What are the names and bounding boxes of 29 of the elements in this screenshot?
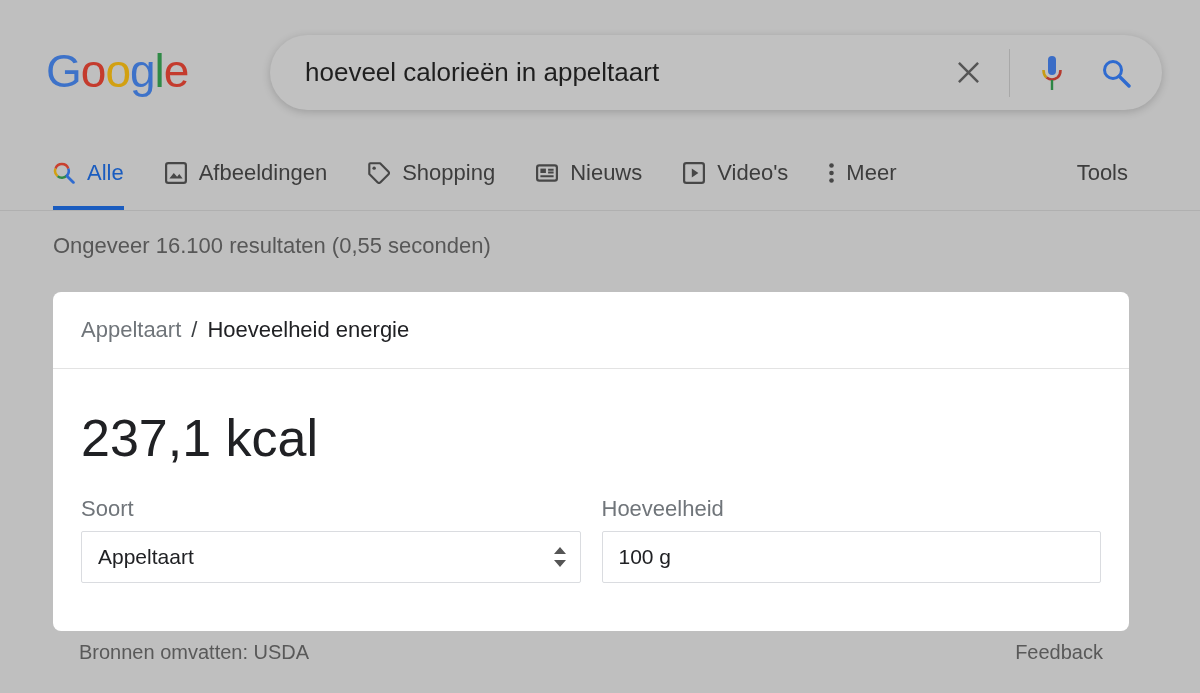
tools-tab[interactable]: Tools	[1076, 140, 1128, 210]
result-stats: Ongeveer 16.100 resultaten (0,55 seconden)	[53, 232, 491, 260]
search-icon[interactable]	[1101, 57, 1131, 88]
play-icon	[683, 162, 706, 184]
close-icon[interactable]	[957, 61, 980, 84]
tag-icon	[368, 162, 391, 184]
nav-tab[interactable]: Shopping	[368, 140, 496, 210]
nav-tab[interactable]: Video's	[683, 140, 789, 210]
source-note: Bronnen omvatten: USDA	[79, 640, 310, 664]
nav-tab[interactable]: Alle	[53, 140, 124, 210]
newspaper-icon	[536, 164, 559, 182]
nav-tab[interactable]: Afbeeldingen	[164, 140, 328, 210]
breadcrumb-link[interactable]: Appeltaart	[81, 317, 182, 343]
energy-value: 237,1 kcal	[81, 408, 319, 468]
breadcrumb-separator: /	[191, 317, 198, 343]
field-label: Soort	[81, 496, 134, 522]
image-icon	[164, 162, 187, 184]
nav-tab[interactable]: Nieuws	[536, 140, 643, 210]
amount-input[interactable]: 100 g	[601, 531, 1101, 583]
microphone-icon[interactable]	[1040, 55, 1064, 90]
search-icon	[53, 162, 75, 184]
feedback-link[interactable]: Feedback	[1015, 640, 1103, 664]
type-select[interactable]: Appeltaart	[81, 531, 581, 583]
vertical-dots-icon	[829, 163, 835, 183]
breadcrumb-current: Hoeveelheid energie	[207, 317, 410, 343]
sort-caret-icon	[552, 545, 567, 569]
field-label: Hoeveelheid	[601, 496, 724, 522]
nav-tab[interactable]: Meer	[829, 140, 897, 210]
search-input[interactable]: hoeveel calorieën in appeltaart	[305, 52, 957, 93]
